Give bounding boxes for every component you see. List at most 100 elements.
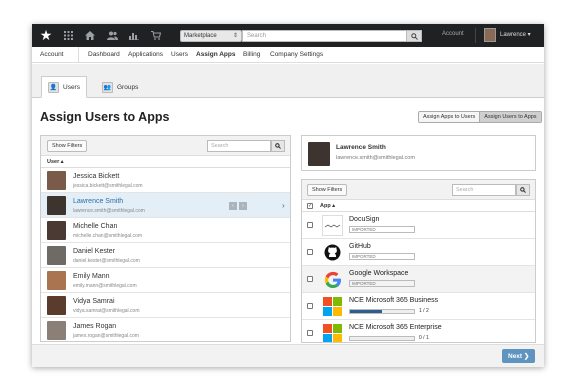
user-menu[interactable]: Lawrence ▾ — [500, 31, 531, 38]
apps-panel: Show Filters Search ✓ App ▴ DocuSign IMP… — [301, 179, 536, 343]
list-item[interactable]: Lawrence Smith lawrence.smith@smithlegal… — [41, 193, 290, 218]
google-logo-icon — [322, 269, 343, 290]
selected-user-card: Lawrence Smith lawrence.smith@smithlegal… — [301, 135, 536, 171]
table-row: Google Workspace IMPORTED — [302, 266, 535, 293]
app-name: NCE Microsoft 365 Enterprise — [349, 324, 442, 331]
table-row: DocuSign IMPORTED — [302, 212, 535, 239]
home-icon[interactable] — [84, 29, 96, 41]
user-name: Lawrence Smith — [73, 198, 124, 205]
chevron-right-icon[interactable]: › — [282, 201, 285, 210]
app-column-header[interactable]: App ▴ — [302, 200, 535, 212]
app-name: GitHub — [349, 243, 371, 250]
star-logo-icon[interactable]: ★ — [38, 27, 54, 43]
users-toolbar: Show Filters Search — [41, 136, 290, 156]
app-name: Google Workspace — [349, 270, 409, 277]
global-search-input[interactable]: Search — [242, 30, 422, 42]
nav-assign-apps[interactable]: Assign Apps — [196, 51, 236, 58]
avatar[interactable] — [484, 28, 496, 42]
search-icon[interactable] — [271, 140, 285, 152]
page-title: Assign Users to Apps — [40, 110, 170, 124]
user-name: Michelle Chan — [73, 223, 118, 230]
search-icon[interactable] — [406, 30, 422, 42]
table-row: NCE Microsoft 365 Business 1 / 2 — [302, 293, 535, 320]
app-checkbox[interactable] — [307, 330, 313, 336]
nav-billing[interactable]: Billing — [243, 51, 260, 58]
list-item[interactable]: Emily Mann emily.mann@smithlegal.com — [41, 268, 290, 293]
tab-groups[interactable]: 👥 Groups — [96, 76, 144, 98]
select-arrows-icon: ⇕ — [232, 33, 238, 39]
license-count: 1 / 2 — [419, 308, 429, 314]
topbar-divider — [475, 28, 476, 43]
list-item[interactable]: Daniel Kester daniel.kester@smithlegal.c… — [41, 243, 290, 268]
apps-toolbar: Show Filters Search — [302, 180, 535, 200]
assign-users-to-apps-button[interactable]: Assign Users to Apps — [479, 112, 541, 122]
grid-icon[interactable] — [62, 29, 74, 41]
apps-search-input[interactable]: Search — [452, 184, 516, 196]
app-checkbox[interactable] — [307, 249, 313, 255]
next-button[interactable]: Next ❯ — [502, 349, 536, 363]
user-column-header[interactable]: User ▴ — [41, 156, 290, 168]
user-email: james.rogan@smithlegal.com — [73, 333, 139, 339]
mode-toggle: Assign Apps to Users Assign Users to App… — [418, 111, 542, 123]
app-name: NCE Microsoft 365 Business — [349, 297, 439, 304]
avatar — [47, 221, 66, 240]
list-item[interactable]: Vidya Samrai vidya.samrai@smithlegal.com — [41, 293, 290, 318]
user-name: Jessica Bickett — [73, 173, 120, 180]
microsoft-logo-icon — [322, 296, 343, 317]
user-name: Vidya Samrai — [73, 298, 115, 305]
user-name: James Rogan — [73, 323, 117, 330]
users-icon[interactable] — [106, 29, 118, 41]
tab-users[interactable]: 👤 Users — [41, 76, 87, 98]
license-progress — [349, 309, 415, 314]
content-area: 👤 Users 👥 Groups Assign Users to Apps As… — [32, 64, 544, 367]
prev-icon[interactable]: ‹ — [229, 202, 237, 210]
users-search-input[interactable]: Search — [207, 140, 271, 152]
user-icon: 👤 — [48, 81, 59, 93]
license-fill — [350, 310, 382, 313]
selected-user-email: lawrence.smith@smithlegal.com — [336, 155, 415, 161]
status-badge: IMPORTED — [349, 280, 415, 287]
user-email: daniel.kester@smithlegal.com — [73, 258, 140, 264]
group-icon: 👥 — [102, 81, 113, 93]
user-email: lawrence.smith@smithlegal.com — [73, 208, 145, 214]
cart-icon[interactable] — [150, 29, 162, 41]
show-filters-button[interactable]: Show Filters — [47, 140, 88, 152]
list-item[interactable]: Michelle Chan michelle.chan@smithlegal.c… — [41, 218, 290, 243]
nav-divider — [78, 47, 79, 63]
assign-apps-to-users-button[interactable]: Assign Apps to Users — [419, 112, 480, 122]
list-item[interactable]: James Rogan james.rogan@smithlegal.com — [41, 318, 290, 341]
avatar — [47, 271, 66, 290]
list-item[interactable]: Jessica Bickett jessica.bickett@smithleg… — [41, 168, 290, 193]
table-row: NCE Microsoft 365 Enterprise 0 / 1 — [302, 320, 535, 342]
tab-users-label: Users — [63, 83, 80, 91]
footer-bar: Next ❯ — [32, 344, 544, 367]
main-panel: Assign Users to Apps Assign Apps to User… — [32, 97, 544, 367]
user-name: Emily Mann — [73, 273, 110, 280]
avatar — [47, 321, 66, 340]
bar-chart-icon[interactable] — [128, 29, 140, 41]
app-checkbox[interactable] — [307, 276, 313, 282]
show-filters-button[interactable]: Show Filters — [307, 184, 348, 196]
nav-users[interactable]: Users — [171, 51, 188, 58]
main-nav: Account Dashboard Applications Users Ass… — [32, 47, 544, 63]
app-checkbox[interactable] — [307, 303, 313, 309]
nav-dashboard[interactable]: Dashboard — [88, 51, 120, 58]
status-badge: IMPORTED — [349, 253, 415, 260]
app-checkbox[interactable] — [307, 222, 313, 228]
user-email: michelle.chan@smithlegal.com — [73, 233, 142, 239]
user-email: emily.mann@smithlegal.com — [73, 283, 137, 289]
nav-account[interactable]: Account — [40, 51, 64, 58]
nav-company-settings[interactable]: Company Settings — [270, 51, 323, 58]
tab-groups-label: Groups — [117, 83, 139, 91]
account-link[interactable]: Account — [442, 31, 464, 37]
next-icon[interactable]: › — [239, 202, 247, 210]
app-name: DocuSign — [349, 216, 380, 223]
nav-applications[interactable]: Applications — [128, 51, 163, 58]
status-badge: IMPORTED — [349, 226, 415, 233]
marketplace-select[interactable]: Marketplace ⇕ — [180, 30, 242, 42]
avatar — [47, 246, 66, 265]
marketplace-label: Marketplace — [184, 33, 217, 39]
avatar — [308, 142, 330, 166]
search-icon[interactable] — [516, 184, 530, 196]
users-panel: Show Filters Search User ▴ Jessica Bicke… — [40, 135, 291, 342]
